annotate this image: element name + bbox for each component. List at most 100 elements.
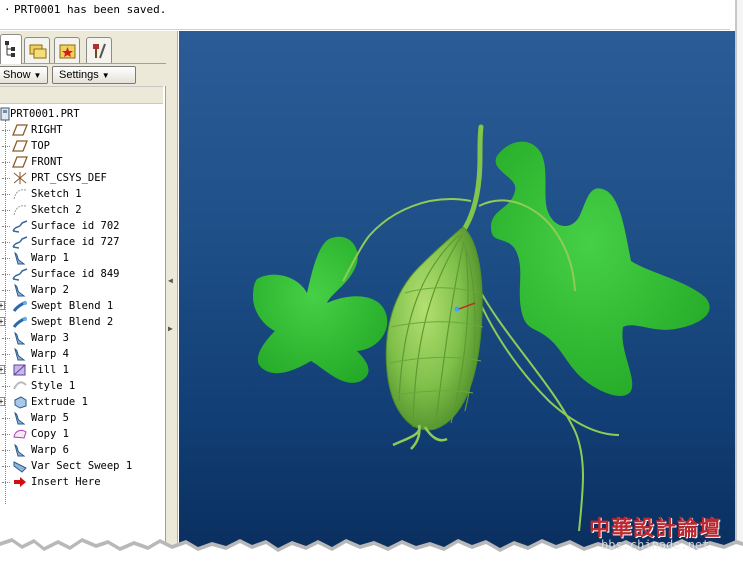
tree-connector (2, 466, 10, 467)
tree-item[interactable]: Warp 5 (0, 410, 163, 426)
tree-item-label: PRT_CSYS_DEF (31, 172, 107, 184)
tree-item[interactable]: Insert Here (0, 474, 163, 490)
warp-icon (12, 283, 28, 297)
tree-item[interactable]: Warp 2 (0, 282, 163, 298)
tree-item[interactable]: Surface id 727 (0, 234, 163, 250)
sketch-icon (12, 187, 28, 201)
tree-connector (2, 146, 10, 147)
swept-blend-icon (12, 299, 28, 313)
tree-item-label: Var Sect Sweep 1 (31, 460, 133, 472)
datum-plane-icon (12, 123, 28, 137)
tree-item[interactable]: Sketch 2 (0, 202, 163, 218)
tree-item-label: Fill 1 (31, 364, 69, 376)
tree-item[interactable]: RIGHT (0, 122, 163, 138)
tree-item[interactable]: TOP (0, 138, 163, 154)
tree-connector (2, 130, 10, 131)
tree-connector (2, 482, 10, 483)
fill-icon (12, 363, 28, 377)
tree-item[interactable]: Surface id 849 (0, 266, 163, 282)
graphics-viewport[interactable] (179, 31, 735, 551)
tree-connector (2, 386, 10, 387)
page-shadow (735, 0, 743, 569)
warp-icon (12, 411, 28, 425)
expand-plus-icon[interactable]: + (0, 317, 5, 326)
copy-icon (12, 427, 28, 441)
navigator-toolbar: Show ▼ Settings ▼ (0, 64, 166, 86)
tree-item-label: Swept Blend 2 (31, 316, 114, 328)
tree-item[interactable]: Var Sect Sweep 1 (0, 458, 163, 474)
tree-item[interactable]: Warp 6 (0, 442, 163, 458)
csys-icon (12, 171, 28, 185)
tree-item[interactable]: + Swept Blend 2 (0, 314, 163, 330)
chevron-down-icon: ▼ (33, 71, 42, 80)
tree-item-label: Surface id 727 (31, 236, 120, 248)
expand-right-icon[interactable]: ▶ (168, 324, 174, 334)
tree-connector (2, 290, 10, 291)
tree-connector (2, 162, 10, 163)
message-bar: · PRT0001 has been saved. (0, 0, 730, 30)
tab-folder-browser[interactable] (24, 37, 50, 63)
gourd-body (385, 226, 484, 450)
datum-plane-icon (12, 155, 28, 169)
tab-favorites[interactable] (54, 37, 80, 63)
expand-plus-icon[interactable]: + (0, 301, 5, 310)
folder-icon (29, 44, 47, 59)
tree-item[interactable]: + Fill 1 (0, 362, 163, 378)
extrude-icon (12, 395, 28, 409)
tree-item-label: Warp 2 (31, 284, 69, 296)
pane-splitter[interactable]: ◀ ▶ (166, 31, 178, 551)
tree-item-label: Warp 5 (31, 412, 69, 424)
screenshot-frame: · PRT0001 has been saved. Show ▼ Setting… (0, 0, 743, 569)
tree-connector (2, 210, 10, 211)
model-render (253, 124, 710, 532)
tree-connector (2, 194, 10, 195)
insert-here-arrow-icon (12, 475, 28, 489)
tree-item-label: Copy 1 (31, 428, 69, 440)
warp-icon (12, 347, 28, 361)
tree-item[interactable]: + Extrude 1 (0, 394, 163, 410)
message-info-icon: · (4, 3, 11, 16)
navigator-pane: Show ▼ Settings ▼ PRT0001.PRT RIGHT TOP FRONT… (0, 31, 166, 551)
tree-connector (2, 434, 10, 435)
model-tree-icon (5, 41, 15, 57)
tree-item-label: Extrude 1 (31, 396, 88, 408)
tree-connector (2, 242, 10, 243)
tree-item-label: Surface id 702 (31, 220, 120, 232)
chevron-down-icon: ▼ (101, 71, 110, 80)
navigator-tabs (0, 31, 166, 64)
tree-item[interactable]: + Swept Blend 1 (0, 298, 163, 314)
surface-icon (12, 235, 28, 249)
tree-item[interactable]: Warp 4 (0, 346, 163, 362)
collapse-left-icon[interactable]: ◀ (168, 276, 174, 286)
tree-item[interactable]: Warp 1 (0, 250, 163, 266)
tree-column-header (0, 86, 163, 104)
tree-item-label: Warp 6 (31, 444, 69, 456)
warp-icon (12, 331, 28, 345)
expand-plus-icon[interactable]: + (0, 397, 5, 406)
left-leaf (253, 236, 388, 383)
tree-item-label: Warp 4 (31, 348, 69, 360)
tree-item[interactable]: Warp 3 (0, 330, 163, 346)
tree-item[interactable]: Sketch 1 (0, 186, 163, 202)
tree-connector (2, 226, 10, 227)
tree-item-label: Warp 1 (31, 252, 69, 264)
tree-item[interactable]: PRT_CSYS_DEF (0, 170, 163, 186)
tree-item[interactable]: Copy 1 (0, 426, 163, 442)
selection-marker (454, 306, 460, 312)
warp-icon (12, 251, 28, 265)
expand-plus-icon[interactable]: + (0, 365, 5, 374)
tree-item[interactable]: Style 1 (0, 378, 163, 394)
show-menu-button[interactable]: Show ▼ (0, 66, 48, 84)
swept-blend-icon (12, 315, 28, 329)
tree-item[interactable]: PRT0001.PRT (0, 106, 163, 122)
tree-item-label: Warp 3 (31, 332, 69, 344)
tree-connector (2, 338, 10, 339)
tree-item-label: PRT0001.PRT (10, 108, 80, 120)
tree-item[interactable]: Surface id 702 (0, 218, 163, 234)
tree-item[interactable]: FRONT (0, 154, 163, 170)
settings-menu-button[interactable]: Settings ▼ (52, 66, 136, 84)
tab-connections[interactable] (86, 37, 112, 63)
tree-item-label: Sketch 2 (31, 204, 82, 216)
tab-model-tree[interactable] (0, 34, 22, 64)
var-sect-sweep-icon (12, 459, 28, 473)
